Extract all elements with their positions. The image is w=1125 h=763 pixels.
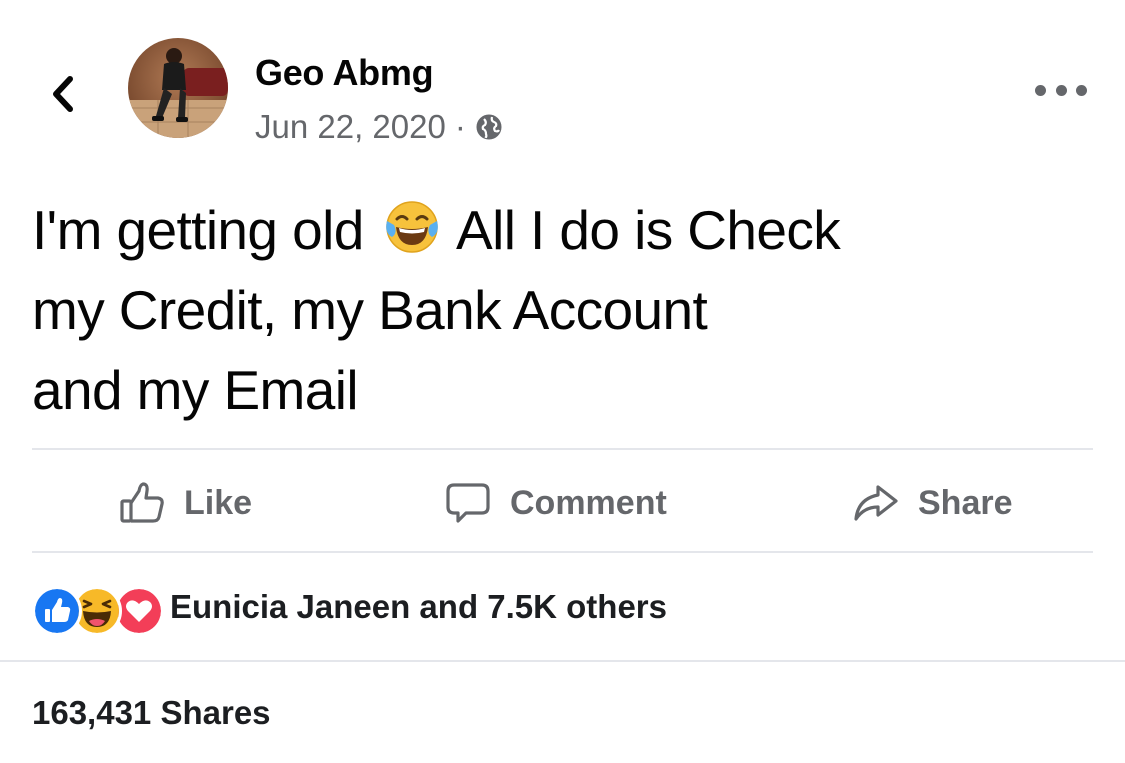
post-text-segment: All I do is Check [456,199,841,261]
post-text-line-3: and my Email [32,359,359,421]
tears-of-joy-emoji-icon [386,201,439,253]
divider [32,448,1093,450]
more-options-dot [1055,84,1067,96]
share-label: Share [918,483,1013,522]
comment-bubble-icon [446,483,490,523]
globe-icon [476,114,502,140]
chevron-left-icon [53,76,73,112]
avatar-photo [128,38,228,138]
back-button[interactable] [40,70,84,118]
more-options-dot [1076,84,1087,96]
more-options-button[interactable] [1035,76,1087,104]
action-bar: Like Comment Share [32,462,1093,544]
author-name[interactable]: Geo Abmg [255,52,434,94]
post-meta: Jun 22, 2020 · [255,106,503,148]
like-button[interactable]: Like [118,462,252,544]
reactions-summary[interactable]: Eunicia Janeen and 7.5K others [32,582,667,636]
meta-separator: · [454,108,466,145]
reactions-text[interactable]: Eunicia Janeen and 7.5K others [170,588,667,626]
more-options-icon [1035,84,1046,96]
post-text-line-1: I'm getting old All I do is Check [32,190,1092,270]
post-text: I'm getting old All I do is Check my Cre… [32,190,1092,430]
comment-button[interactable]: Comment [444,462,667,544]
like-reaction-icon [32,586,82,636]
share-arrow-icon [854,485,898,521]
thumbs-up-outline-icon [120,482,164,523]
share-button[interactable]: Share [852,462,1013,544]
like-label: Like [184,483,253,522]
author-avatar[interactable] [128,38,228,138]
post-text-line-2: my Credit, my Bank Account [32,279,708,341]
post-text-segment: I'm getting old [32,199,364,261]
divider [32,551,1093,553]
comment-label: Comment [510,483,667,522]
post-date[interactable]: Jun 22, 2020 [255,108,446,146]
reaction-icons [32,582,164,636]
divider [0,660,1125,662]
shares-count[interactable]: 163,431 Shares [32,694,271,732]
